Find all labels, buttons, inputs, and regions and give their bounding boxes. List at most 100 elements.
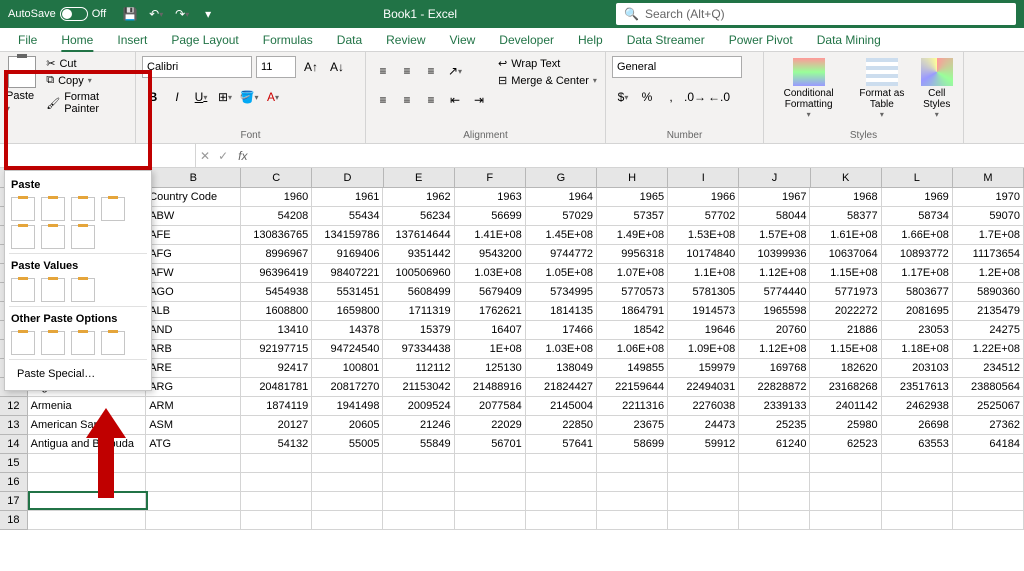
conditional-formatting-button[interactable]: Conditional Formatting — [770, 56, 847, 121]
cell[interactable]: 2081695 — [882, 302, 953, 321]
tab-data-streamer[interactable]: Data Streamer — [615, 28, 717, 51]
cell[interactable]: 13410 — [241, 321, 312, 340]
tab-file[interactable]: File — [6, 28, 49, 51]
cell[interactable] — [312, 473, 383, 492]
cell[interactable]: 1.49E+08 — [597, 226, 668, 245]
cell[interactable]: 10174840 — [668, 245, 739, 264]
cancel-icon[interactable]: ✕ — [196, 149, 214, 163]
cell[interactable]: 1961 — [312, 188, 383, 207]
cell[interactable]: 9956318 — [597, 245, 668, 264]
cell[interactable]: 9169406 — [312, 245, 383, 264]
cell[interactable] — [146, 454, 241, 473]
cell[interactable]: 1.53E+08 — [668, 226, 739, 245]
cell[interactable] — [383, 511, 454, 530]
cell[interactable]: 55005 — [312, 435, 383, 454]
align-bottom-icon[interactable]: ≡ — [420, 60, 442, 82]
cell[interactable]: 57357 — [597, 207, 668, 226]
cell[interactable]: 1.57E+08 — [739, 226, 810, 245]
underline-button[interactable]: U — [190, 86, 212, 108]
cell[interactable]: Country Code — [146, 188, 241, 207]
decrease-indent-icon[interactable]: ⇤ — [444, 89, 466, 111]
cell[interactable] — [383, 492, 454, 511]
cell[interactable] — [739, 511, 810, 530]
cell[interactable]: Armenia — [28, 397, 147, 416]
decrease-font-icon[interactable]: A↓ — [326, 56, 348, 78]
cell[interactable] — [953, 492, 1024, 511]
cell[interactable]: 96396419 — [241, 264, 312, 283]
cell[interactable]: 2525067 — [953, 397, 1024, 416]
row-header[interactable]: 15 — [0, 454, 28, 473]
tab-home[interactable]: Home — [49, 28, 105, 51]
cell[interactable] — [28, 492, 147, 511]
merge-center-button[interactable]: ⊟Merge & Center — [496, 73, 599, 88]
cell[interactable]: 1659800 — [312, 302, 383, 321]
cell[interactable]: 15379 — [383, 321, 454, 340]
cell[interactable]: 1.03E+08 — [526, 340, 597, 359]
cut-button[interactable]: ✂Cut — [44, 56, 129, 71]
cell[interactable] — [597, 511, 668, 530]
cell[interactable]: 5803677 — [882, 283, 953, 302]
tab-review[interactable]: Review — [374, 28, 437, 51]
cell[interactable] — [241, 473, 312, 492]
cell[interactable] — [882, 511, 953, 530]
cell[interactable]: 58377 — [810, 207, 881, 226]
tab-view[interactable]: View — [438, 28, 488, 51]
cell[interactable] — [668, 511, 739, 530]
cell[interactable]: 21488916 — [455, 378, 526, 397]
cell-grid[interactable]: BCDEFGHIJKLM 1Country Code19601961196219… — [0, 168, 1024, 530]
cell[interactable]: ASM — [146, 416, 241, 435]
cell[interactable]: 62523 — [810, 435, 881, 454]
cell[interactable]: 137614644 — [383, 226, 454, 245]
cell[interactable] — [810, 511, 881, 530]
cell[interactable]: 1.15E+08 — [810, 264, 881, 283]
row-header[interactable]: 16 — [0, 473, 28, 492]
cell[interactable]: AND — [146, 321, 241, 340]
cell[interactable] — [28, 454, 147, 473]
cell[interactable]: AFW — [146, 264, 241, 283]
cell[interactable]: 9744772 — [526, 245, 597, 264]
cell[interactable]: 55434 — [312, 207, 383, 226]
cell[interactable]: 138049 — [526, 359, 597, 378]
cell[interactable]: 94724540 — [312, 340, 383, 359]
increase-font-icon[interactable]: A↑ — [300, 56, 322, 78]
autosave-control[interactable]: AutoSave Off — [0, 7, 114, 21]
cell[interactable]: 58699 — [597, 435, 668, 454]
cell[interactable]: 64184 — [953, 435, 1024, 454]
cell[interactable]: 1.07E+08 — [597, 264, 668, 283]
row-header[interactable]: 18 — [0, 511, 28, 530]
cell[interactable]: 1608800 — [241, 302, 312, 321]
cell[interactable]: 19646 — [668, 321, 739, 340]
cell[interactable]: 2401142 — [810, 397, 881, 416]
cell[interactable] — [383, 454, 454, 473]
cell-styles-button[interactable]: Cell Styles — [916, 56, 957, 121]
paste-link-icon[interactable] — [41, 331, 65, 355]
cell[interactable]: 23880564 — [953, 378, 1024, 397]
cell[interactable]: 56699 — [455, 207, 526, 226]
number-format-input[interactable] — [612, 56, 742, 78]
cell[interactable]: 1914573 — [668, 302, 739, 321]
cell[interactable]: ARE — [146, 359, 241, 378]
cell[interactable]: 1.61E+08 — [810, 226, 881, 245]
cell[interactable] — [455, 454, 526, 473]
cell[interactable]: ABW — [146, 207, 241, 226]
row-header[interactable]: 13 — [0, 416, 28, 435]
cell[interactable]: 57641 — [526, 435, 597, 454]
cell[interactable]: 23675 — [597, 416, 668, 435]
tab-help[interactable]: Help — [566, 28, 615, 51]
cell[interactable]: 25235 — [739, 416, 810, 435]
cell[interactable] — [597, 473, 668, 492]
row-header[interactable]: 12 — [0, 397, 28, 416]
paste-transpose-icon[interactable] — [71, 225, 95, 249]
wrap-text-button[interactable]: ↩Wrap Text — [496, 56, 599, 71]
cell[interactable]: 14378 — [312, 321, 383, 340]
cell[interactable] — [146, 473, 241, 492]
cell[interactable]: 1965598 — [739, 302, 810, 321]
cell[interactable] — [455, 473, 526, 492]
cell[interactable]: 1.7E+08 — [953, 226, 1024, 245]
cell[interactable]: ATG — [146, 435, 241, 454]
cell[interactable]: 2211316 — [597, 397, 668, 416]
cell[interactable]: 5774440 — [739, 283, 810, 302]
cell[interactable] — [882, 454, 953, 473]
cell[interactable]: 149855 — [597, 359, 668, 378]
cell[interactable]: 112112 — [383, 359, 454, 378]
